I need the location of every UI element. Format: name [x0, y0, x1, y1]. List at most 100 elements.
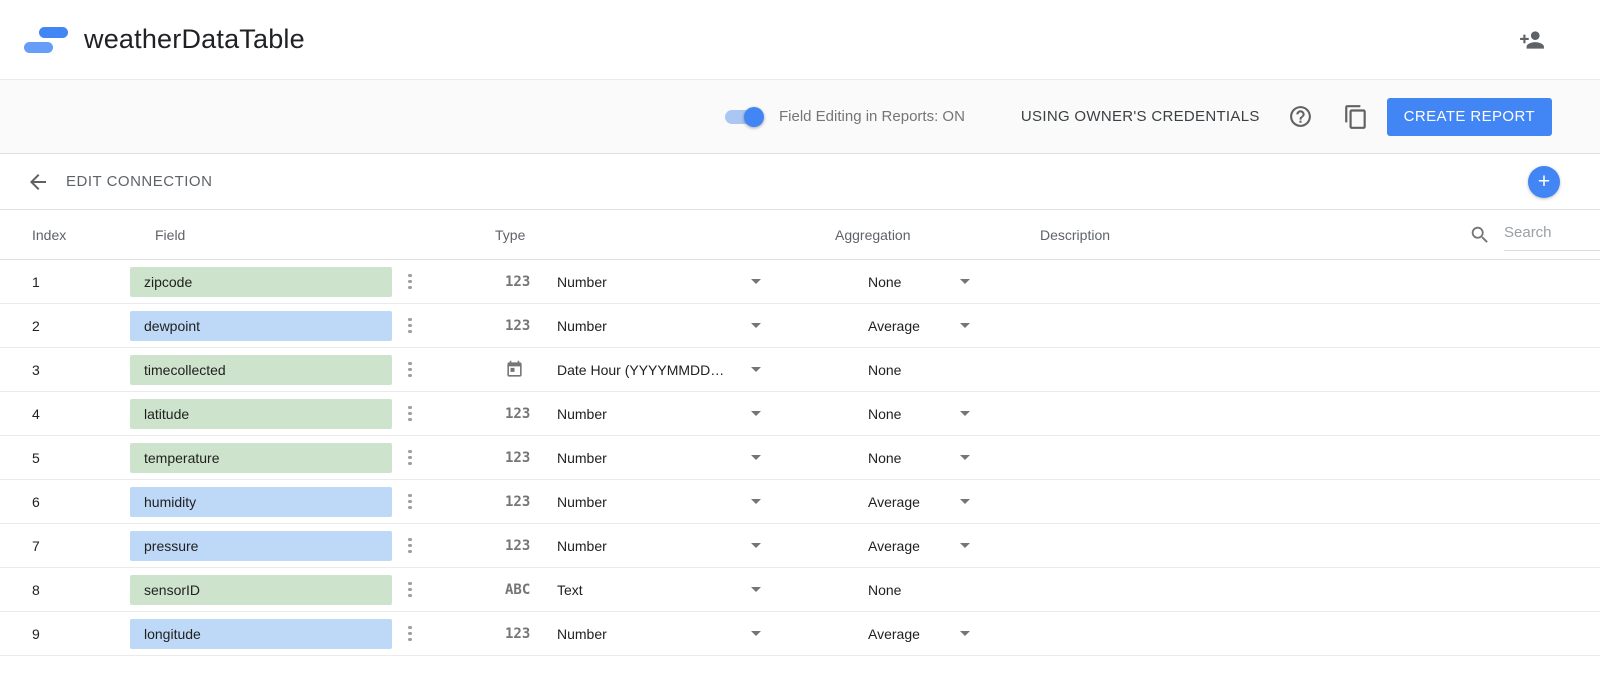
aggregation-dropdown-arrow-icon[interactable]: [960, 631, 970, 636]
aggregation-select[interactable]: Average: [835, 480, 1030, 523]
field-table-body: 1 zipcode 123 ABC Number None 2 dewpoint: [0, 260, 1600, 656]
aggregation-select[interactable]: None: [835, 260, 1030, 303]
row-index: 9: [0, 626, 130, 642]
description-cell[interactable]: [1030, 568, 1600, 611]
field-chip[interactable]: timecollected: [130, 355, 392, 385]
field-options-menu-icon[interactable]: [404, 314, 416, 338]
field-options-menu-icon[interactable]: [404, 402, 416, 426]
type-select[interactable]: 123 ABC Date Hour (YYYYMMDD…: [495, 348, 835, 391]
description-cell[interactable]: [1030, 436, 1600, 479]
field-chip[interactable]: humidity: [130, 487, 392, 517]
create-report-button[interactable]: CREATE REPORT: [1387, 98, 1552, 136]
row-index: 7: [0, 538, 130, 554]
field-name: dewpoint: [144, 318, 200, 334]
aggregation-dropdown-arrow-icon[interactable]: [960, 499, 970, 504]
number-type-icon: 123: [505, 538, 549, 554]
field-options-menu-icon[interactable]: [404, 446, 416, 470]
field-cell: humidity: [130, 487, 495, 517]
add-person-icon[interactable]: [1519, 27, 1545, 53]
field-options-menu-icon[interactable]: [404, 358, 416, 382]
logo-bar-light: [24, 42, 53, 53]
type-dropdown-arrow-icon[interactable]: [751, 279, 761, 284]
aggregation-select[interactable]: None: [835, 436, 1030, 479]
type-select[interactable]: 123 ABC Text: [495, 568, 835, 611]
type-select[interactable]: 123 ABC Number: [495, 436, 835, 479]
type-dropdown-arrow-icon[interactable]: [751, 587, 761, 592]
type-value: Number: [557, 274, 607, 290]
table-row: 6 humidity 123 ABC Number Average: [0, 480, 1600, 524]
field-cell: temperature: [130, 443, 495, 473]
type-select[interactable]: 123 ABC Number: [495, 612, 835, 655]
field-options-menu-icon[interactable]: [404, 534, 416, 558]
field-chip[interactable]: temperature: [130, 443, 392, 473]
data-studio-logo-icon[interactable]: [24, 23, 68, 57]
type-select[interactable]: 123 ABC Number: [495, 304, 835, 347]
type-dropdown-arrow-icon[interactable]: [751, 411, 761, 416]
aggregation-dropdown-arrow-icon[interactable]: [960, 323, 970, 328]
type-dropdown-arrow-icon[interactable]: [751, 367, 761, 372]
field-editing-toggle[interactable]: [725, 110, 761, 124]
field-editing-label: Field Editing in Reports: ON: [779, 108, 965, 125]
help-icon[interactable]: [1288, 104, 1313, 129]
aggregation-dropdown-arrow-icon[interactable]: [960, 411, 970, 416]
description-cell[interactable]: [1030, 348, 1600, 391]
field-chip[interactable]: zipcode: [130, 267, 392, 297]
toolbar: Field Editing in Reports: ON USING OWNER…: [0, 80, 1600, 154]
description-cell[interactable]: [1030, 480, 1600, 523]
table-row: 5 temperature 123 ABC Number None: [0, 436, 1600, 480]
type-select[interactable]: 123 ABC Number: [495, 392, 835, 435]
field-options-menu-icon[interactable]: [404, 622, 416, 646]
logo-bar-dark: [39, 27, 68, 38]
aggregation-select[interactable]: None: [835, 568, 1030, 611]
field-options-menu-icon[interactable]: [404, 270, 416, 294]
description-cell[interactable]: [1030, 612, 1600, 655]
type-select[interactable]: 123 ABC Number: [495, 480, 835, 523]
add-field-button[interactable]: +: [1528, 166, 1560, 198]
field-chip[interactable]: latitude: [130, 399, 392, 429]
field-chip[interactable]: dewpoint: [130, 311, 392, 341]
aggregation-dropdown-arrow-icon[interactable]: [960, 543, 970, 548]
description-cell[interactable]: [1030, 304, 1600, 347]
type-value: Number: [557, 318, 607, 334]
page-title: weatherDataTable: [84, 24, 305, 55]
back-arrow-icon[interactable]: [26, 170, 50, 194]
type-dropdown-arrow-icon[interactable]: [751, 631, 761, 636]
aggregation-value: Average: [868, 626, 920, 642]
aggregation-dropdown-arrow-icon[interactable]: [960, 455, 970, 460]
field-chip[interactable]: longitude: [130, 619, 392, 649]
credentials-button[interactable]: USING OWNER'S CREDENTIALS: [1021, 108, 1260, 125]
field-options-menu-icon[interactable]: [404, 490, 416, 514]
type-select[interactable]: 123 ABC Number: [495, 524, 835, 567]
field-name: timecollected: [144, 362, 226, 378]
field-chip[interactable]: sensorID: [130, 575, 392, 605]
description-cell[interactable]: [1030, 524, 1600, 567]
type-dropdown-arrow-icon[interactable]: [751, 455, 761, 460]
field-chip[interactable]: pressure: [130, 531, 392, 561]
number-type-icon: 123: [505, 494, 549, 510]
copy-icon[interactable]: [1343, 104, 1369, 130]
row-index: 3: [0, 362, 130, 378]
aggregation-value: None: [868, 274, 901, 290]
aggregation-select[interactable]: None: [835, 392, 1030, 435]
type-select[interactable]: 123 ABC Number: [495, 260, 835, 303]
aggregation-select[interactable]: None: [835, 348, 1030, 391]
number-type-icon: 123: [505, 626, 549, 642]
field-name: temperature: [144, 450, 219, 466]
type-dropdown-arrow-icon[interactable]: [751, 499, 761, 504]
type-dropdown-arrow-icon[interactable]: [751, 543, 761, 548]
aggregation-dropdown-arrow-icon[interactable]: [960, 279, 970, 284]
aggregation-select[interactable]: Average: [835, 524, 1030, 567]
description-cell[interactable]: [1030, 392, 1600, 435]
field-cell: longitude: [130, 619, 495, 649]
field-options-menu-icon[interactable]: [404, 578, 416, 602]
aggregation-select[interactable]: Average: [835, 612, 1030, 655]
aggregation-select[interactable]: Average: [835, 304, 1030, 347]
column-header-type: Type: [495, 227, 835, 243]
type-dropdown-arrow-icon[interactable]: [751, 323, 761, 328]
number-type-icon: 123: [505, 318, 549, 334]
edit-connection-label: EDIT CONNECTION: [66, 173, 212, 190]
row-index: 4: [0, 406, 130, 422]
description-cell[interactable]: [1030, 260, 1600, 303]
search-input[interactable]: [1504, 219, 1600, 251]
table-row: 9 longitude 123 ABC Number Average: [0, 612, 1600, 656]
